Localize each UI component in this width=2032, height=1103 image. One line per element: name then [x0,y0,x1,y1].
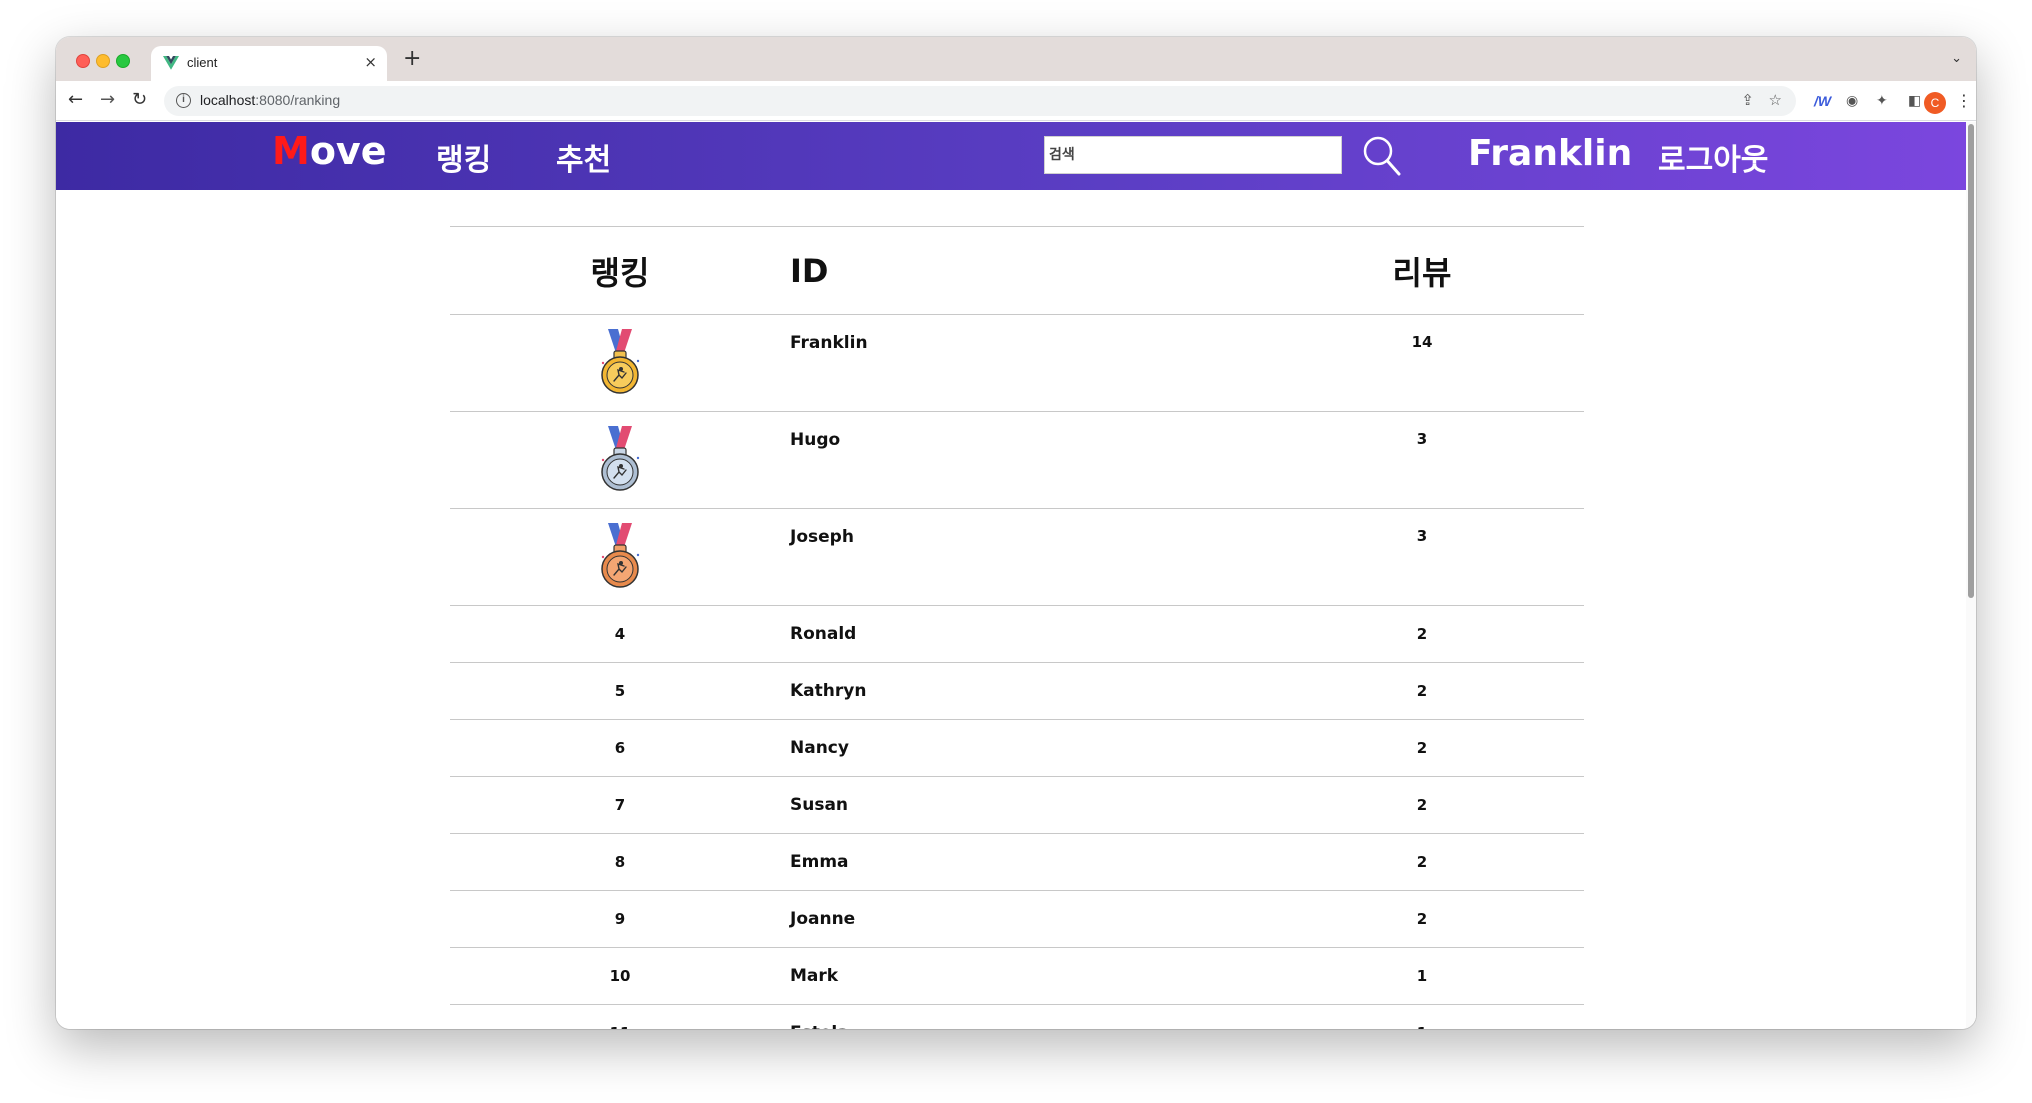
rank-cell [450,411,790,509]
table-row[interactable]: 5 Kathryn 2 [450,662,1584,720]
user-id-cell[interactable]: Susan [790,776,1260,834]
review-count-cell: 1 [1260,1004,1584,1029]
rank-cell: 7 [450,776,790,834]
vue-logo-icon [163,56,179,70]
bronze-medal-icon [601,523,640,588]
review-count-cell: 3 [1260,411,1584,509]
header-id: ID [790,226,1260,315]
url-text[interactable]: localhost:8080/ranking [200,92,340,108]
user-id-cell[interactable]: Mark [790,947,1260,1005]
browser-menu-icon[interactable]: ⋮ [1956,91,1972,111]
brand-logo[interactable]: Move [272,129,386,173]
header-rank: 랭킹 [450,226,790,315]
rank-cell: 10 [450,947,790,1005]
table-row[interactable]: 9 Joanne 2 [450,890,1584,948]
tab-search-chevron-icon[interactable]: ⌄ [1951,51,1962,66]
browser-window: client × + ⌄ ← → ↻ i localhost:8080/rank… [56,37,1976,1029]
table-row[interactable]: 10 Mark 1 [450,947,1584,1005]
site-info-icon[interactable]: i [176,93,191,108]
user-id-cell[interactable]: Hugo [790,411,1260,509]
user-id-cell[interactable]: Ronald [790,605,1260,663]
table-row[interactable]: 4 Ronald 2 [450,605,1584,663]
browser-tab[interactable]: client × [151,46,387,81]
rank-cell: 4 [450,605,790,663]
user-id-cell[interactable]: Nancy [790,719,1260,777]
header-review: 리뷰 [1260,226,1584,315]
review-count-cell: 1 [1260,947,1584,1005]
rank-cell [450,314,790,412]
tab-title: client [187,55,218,70]
review-count-cell: 2 [1260,605,1584,663]
tab-close-icon[interactable]: × [364,52,377,72]
silver-medal-icon [601,426,640,491]
review-count-cell: 2 [1260,719,1584,777]
close-window-button[interactable] [76,54,90,68]
user-id-cell[interactable]: Estela [790,1004,1260,1029]
user-id-cell[interactable]: Joanne [790,890,1260,948]
user-id-cell[interactable]: Joseph [790,508,1260,606]
extension-icon[interactable]: /W [1814,91,1831,111]
review-count-cell: 2 [1260,776,1584,834]
user-id-cell[interactable]: Kathryn [790,662,1260,720]
forward-arrow-icon[interactable]: → [100,87,115,113]
user-id-cell[interactable]: Emma [790,833,1260,891]
puzzle-extensions-icon[interactable]: ✦ [1876,91,1888,111]
new-tab-button[interactable]: + [403,46,421,72]
back-arrow-icon[interactable]: ← [68,87,83,113]
zoom-window-button[interactable] [116,54,130,68]
nav-link-ranking[interactable]: 랭킹 [436,135,491,179]
table-row[interactable]: 11 Estela 1 [450,1004,1584,1029]
rank-cell [450,508,790,606]
logout-link[interactable]: 로그아웃 [1658,135,1768,179]
table-row[interactable]: Hugo 3 [450,411,1584,509]
tab-strip: client × + ⌄ [56,37,1976,81]
page-viewport: Move 랭킹 추천 Franklin 로그아웃 랭킹 ID 리뷰 [56,122,1976,1029]
rank-cell: 8 [450,833,790,891]
user-id-cell[interactable]: Franklin [790,314,1260,412]
user-name-link[interactable]: Franklin [1468,133,1632,174]
side-panel-icon[interactable]: ◧ [1908,91,1921,111]
page-scrollbar[interactable] [1966,122,1976,1029]
browser-toolbar: ← → ↻ i localhost:8080/ranking ⇪ ☆ /W ◉ … [56,81,1976,121]
nav-link-recommend[interactable]: 추천 [556,135,611,179]
table-row[interactable]: 8 Emma 2 [450,833,1584,891]
bookmark-star-icon[interactable]: ☆ [1769,91,1782,109]
table-row[interactable]: 6 Nancy 2 [450,719,1584,777]
table-header-row: 랭킹 ID 리뷰 [450,226,1584,315]
share-icon[interactable]: ⇪ [1741,91,1754,109]
gold-medal-icon [601,329,640,394]
table-row[interactable]: Joseph 3 [450,508,1584,606]
table-row[interactable]: 7 Susan 2 [450,776,1584,834]
review-count-cell: 2 [1260,890,1584,948]
review-count-cell: 2 [1260,662,1584,720]
rank-cell: 6 [450,719,790,777]
profile-avatar[interactable]: C [1924,92,1946,114]
minimize-window-button[interactable] [96,54,110,68]
site-navbar: Move 랭킹 추천 Franklin 로그아웃 [56,122,1966,190]
search-icon[interactable] [1362,135,1402,177]
table-row[interactable]: Franklin 14 [450,314,1584,412]
address-bar[interactable]: i localhost:8080/ranking ⇪ ☆ [164,86,1796,116]
scrollbar-thumb[interactable] [1968,124,1974,598]
rank-cell: 5 [450,662,790,720]
reload-icon[interactable]: ↻ [132,87,147,113]
review-count-cell: 2 [1260,833,1584,891]
review-count-cell: 3 [1260,508,1584,606]
ranking-table: 랭킹 ID 리뷰 Franklin 14 Hugo 3 Joseph 3 4 R… [450,226,1584,1029]
rank-cell: 9 [450,890,790,948]
search-input[interactable] [1044,136,1342,174]
review-count-cell: 14 [1260,314,1584,412]
camera-icon[interactable]: ◉ [1846,91,1858,111]
rank-cell: 11 [450,1004,790,1029]
